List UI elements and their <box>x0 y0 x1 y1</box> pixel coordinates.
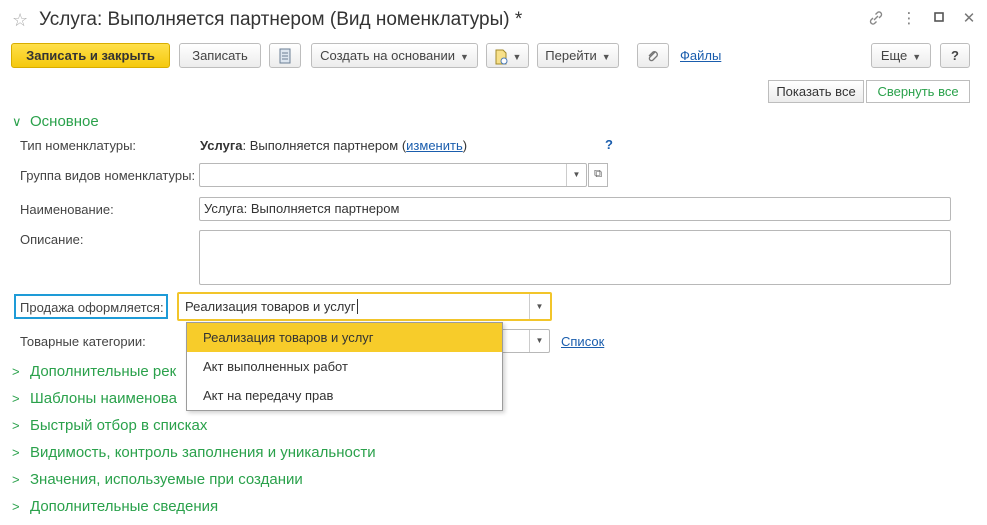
section-title: Быстрый отбор в списках <box>30 417 208 434</box>
collapse-all-button[interactable]: Свернуть все <box>866 80 970 103</box>
save-and-close-button[interactable]: Записать и закрыть <box>11 43 170 68</box>
maximize-icon[interactable] <box>930 10 948 28</box>
chevron-right-icon: > <box>12 391 20 406</box>
sale-select[interactable]: Реализация товаров и услуг <box>177 292 552 321</box>
chevron-down-icon: ▼ <box>601 52 611 62</box>
open-icon[interactable]: ⧉ <box>588 163 608 187</box>
section-additional-details[interactable]: > Дополнительные рек <box>12 363 176 380</box>
type-help-icon[interactable]: ? <box>605 137 613 152</box>
section-main-title: Основное <box>30 113 99 130</box>
group-field[interactable] <box>199 163 587 187</box>
section-default-values[interactable]: > Значения, используемые при создании <box>12 471 303 488</box>
link-icon[interactable] <box>867 10 885 28</box>
chevron-right-icon: > <box>12 418 20 433</box>
save-button[interactable]: Записать <box>179 43 261 68</box>
chevron-down-icon: ∨ <box>12 114 22 129</box>
show-all-button[interactable]: Показать все <box>768 80 864 103</box>
chevron-down-icon: ▼ <box>512 52 522 62</box>
name-field[interactable]: Услуга: Выполняется партнером <box>199 197 951 221</box>
chevron-right-icon: > <box>12 499 20 514</box>
section-name-templates[interactable]: > Шаблоны наименова <box>12 390 177 407</box>
categories-label: Товарные категории: <box>20 334 146 349</box>
type-value-close: ) <box>462 138 468 153</box>
sale-value: Реализация товаров и услуг <box>185 299 356 314</box>
change-type-link[interactable]: изменить <box>406 138 463 153</box>
go-to-label: Перейти <box>545 48 597 63</box>
chevron-down-icon: ▼ <box>459 52 469 62</box>
more-label: Еще <box>880 48 908 63</box>
chevron-right-icon: > <box>12 472 20 487</box>
section-visibility[interactable]: > Видимость, контроль заполнения и уникал… <box>12 444 376 461</box>
attachment-button[interactable] <box>637 43 669 68</box>
group-label: Группа видов номенклатуры: <box>20 168 196 183</box>
categories-dropdown-icon[interactable]: ▼ <box>529 330 549 352</box>
type-value-bold: Услуга <box>200 138 243 153</box>
close-icon[interactable]: ✕ <box>960 10 978 28</box>
files-link[interactable]: Файлы <box>680 48 721 63</box>
section-title: Значения, используемые при создании <box>30 471 303 488</box>
chevron-down-icon: ▼ <box>912 52 922 62</box>
document-actions-button[interactable]: ▼ <box>486 43 529 68</box>
section-additional-info[interactable]: > Дополнительные сведения <box>12 498 218 515</box>
type-value-rest: : Выполняется партнером ( <box>242 138 407 153</box>
chevron-right-icon: > <box>12 445 20 460</box>
create-based-on-button[interactable]: Создать на основании ▼ <box>311 43 478 68</box>
description-field[interactable] <box>199 230 951 285</box>
description-label: Описание: <box>20 232 84 247</box>
more-button[interactable]: Еще ▼ <box>871 43 931 68</box>
sale-option[interactable]: Реализация товаров и услуг <box>187 323 502 352</box>
section-quick-filter[interactable]: > Быстрый отбор в списках <box>12 417 207 434</box>
section-title: Видимость, контроль заполнения и уникаль… <box>30 444 376 461</box>
section-title: Дополнительные рек <box>30 363 177 380</box>
group-dropdown-icon[interactable]: ▼ <box>566 164 586 186</box>
type-label: Тип номенклатуры: <box>20 138 137 153</box>
go-to-button[interactable]: Перейти ▼ <box>537 43 619 68</box>
window-title: Услуга: Выполняется партнером (Вид номен… <box>39 9 523 30</box>
sale-option[interactable]: Акт выполненных работ <box>187 352 502 381</box>
report-icon-button[interactable] <box>269 43 301 68</box>
sale-label: Продажа оформляется: <box>20 300 164 315</box>
section-main[interactable]: ∨ Основное <box>12 113 99 130</box>
sale-dropdown-icon[interactable]: ▼ <box>529 294 549 319</box>
favorite-star-icon[interactable]: ☆ <box>12 10 28 31</box>
chevron-right-icon: > <box>12 364 20 379</box>
section-title: Дополнительные сведения <box>30 498 219 515</box>
sale-option[interactable]: Акт на передачу прав <box>187 381 502 410</box>
more-vertical-icon[interactable]: ⋮ <box>900 10 918 28</box>
name-label: Наименование: <box>20 202 114 217</box>
type-value: Услуга: Выполняется партнером (изменить) <box>200 138 467 153</box>
sale-options-dropdown: Реализация товаров и услуг Акт выполненн… <box>186 322 503 411</box>
text-cursor <box>356 299 358 314</box>
create-based-on-label: Создать на основании <box>320 48 455 63</box>
help-button[interactable]: ? <box>940 43 970 68</box>
section-title: Шаблоны наименова <box>30 390 177 407</box>
categories-list-link[interactable]: Список <box>561 334 604 349</box>
